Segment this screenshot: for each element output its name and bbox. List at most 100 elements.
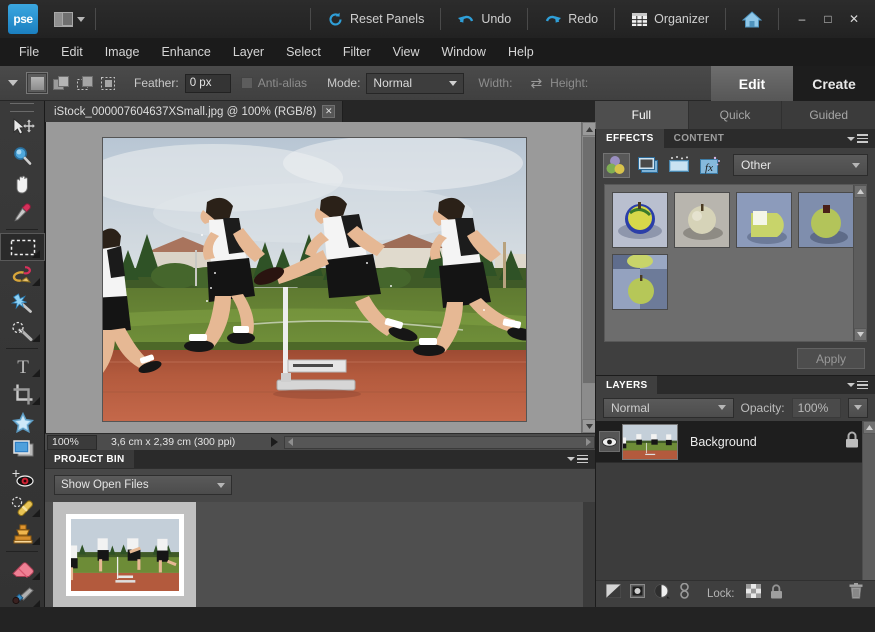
menu-select[interactable]: Select (275, 38, 332, 66)
effects-panel-menu-button[interactable] (847, 134, 868, 143)
status-scroll-track[interactable] (284, 435, 595, 449)
reset-panels-button[interactable]: Reset Panels (321, 0, 430, 38)
swap-dimensions-icon[interactable]: ⇄ (530, 75, 542, 92)
lock-transparent-pixels-button[interactable] (745, 584, 761, 603)
scroll-left-icon[interactable] (288, 438, 293, 446)
menu-window[interactable]: Window (431, 38, 497, 66)
add-layer-mask-button[interactable] (630, 584, 645, 603)
new-layer-button[interactable] (606, 584, 621, 603)
hand-tool[interactable] (0, 170, 45, 198)
layer-visibility-toggle[interactable] (598, 431, 620, 452)
menu-edit[interactable]: Edit (50, 38, 94, 66)
zoom-level-input[interactable]: 100% (47, 434, 97, 450)
scroll-down-button[interactable] (582, 419, 596, 433)
menu-view[interactable]: View (382, 38, 431, 66)
close-button[interactable]: ✕ (841, 0, 867, 38)
project-bin-menu-button[interactable] (567, 454, 588, 464)
scroll-up-button[interactable] (863, 421, 875, 434)
mode-select[interactable]: Normal (366, 72, 465, 94)
tool-options-expand-icon[interactable] (8, 80, 18, 86)
effect-thumbnail[interactable] (612, 192, 668, 248)
menu-help[interactable]: Help (497, 38, 545, 66)
photo-effects-button[interactable] (665, 153, 692, 178)
eraser-tool[interactable] (0, 555, 45, 583)
layers-scrollbar[interactable] (862, 421, 875, 580)
scroll-down-button[interactable] (854, 328, 867, 341)
tab-content[interactable]: CONTENT (664, 129, 734, 148)
effect-thumbnail[interactable] (736, 192, 792, 248)
menu-image[interactable]: Image (94, 38, 151, 66)
crop-tool[interactable] (0, 380, 45, 408)
effects-category-select[interactable]: Other (733, 154, 868, 176)
layer-thumbnail[interactable] (621, 423, 678, 460)
scroll-thumb[interactable] (582, 136, 596, 384)
document-tab[interactable]: iStock_000007604637XSmall.jpg @ 100% (RG… (45, 101, 344, 122)
filters-button[interactable] (603, 152, 630, 178)
magic-wand-tool[interactable] (0, 289, 45, 317)
layout-switcher-button[interactable] (54, 11, 85, 27)
healing-brush-tool[interactable] (0, 492, 45, 520)
tab-quick[interactable]: Quick (689, 101, 783, 129)
rectangular-marquee-tool[interactable] (0, 233, 45, 261)
menu-file[interactable]: File (8, 38, 50, 66)
red-eye-removal-tool[interactable] (0, 464, 45, 492)
apply-button[interactable]: Apply (797, 348, 865, 369)
home-button[interactable] (736, 0, 768, 38)
delete-layer-button[interactable] (849, 583, 863, 604)
project-bin-tab[interactable]: PROJECT BIN (45, 450, 134, 468)
undo-button[interactable]: Undo (451, 0, 517, 38)
move-tool[interactable] (0, 114, 45, 142)
zoom-tool[interactable] (0, 142, 45, 170)
menu-enhance[interactable]: Enhance (150, 38, 221, 66)
tab-full[interactable]: Full (595, 101, 689, 129)
project-bin-filter-select[interactable]: Show Open Files (54, 475, 232, 495)
minimize-button[interactable]: – (789, 0, 815, 38)
canvas-area[interactable] (45, 122, 596, 433)
new-selection-button[interactable] (26, 72, 48, 94)
redo-button[interactable]: Redo (538, 0, 604, 38)
opacity-input[interactable]: 100% (791, 397, 841, 418)
subtract-from-selection-button[interactable] (74, 72, 96, 94)
tab-edit[interactable]: Edit (711, 66, 793, 101)
project-bin-scrollbar[interactable] (583, 502, 595, 608)
toolbox-drag-handle[interactable] (10, 103, 34, 112)
layer-styles-button[interactable] (634, 153, 661, 178)
lasso-tool[interactable] (0, 261, 45, 289)
type-tool[interactable]: T (0, 352, 45, 380)
clone-stamp-tool[interactable] (0, 520, 45, 548)
maximize-button[interactable]: □ (815, 0, 841, 38)
menu-layer[interactable]: Layer (222, 38, 275, 66)
menu-filter[interactable]: Filter (332, 38, 382, 66)
anti-alias-checkbox[interactable] (240, 77, 253, 89)
organizer-button[interactable]: Organizer (625, 0, 715, 38)
lock-all-button[interactable] (770, 583, 783, 604)
document-image[interactable] (74, 135, 535, 422)
straighten-tool[interactable] (0, 436, 45, 464)
eyedropper-tool[interactable] (0, 198, 45, 226)
tab-layers[interactable]: LAYERS (596, 375, 658, 395)
fx-effects-button[interactable]: fx (696, 153, 723, 178)
effects-scrollbar[interactable] (853, 185, 867, 341)
close-icon[interactable]: ✕ (322, 105, 336, 118)
project-bin-item[interactable] (53, 502, 196, 608)
link-layers-button[interactable] (679, 582, 690, 604)
effect-thumbnail[interactable] (612, 254, 668, 310)
tab-guided[interactable]: Guided (782, 101, 875, 129)
feather-input[interactable]: 0 px (184, 73, 231, 93)
scroll-up-button[interactable] (582, 122, 596, 136)
adjustment-layer-button[interactable] (654, 583, 670, 604)
blend-mode-select[interactable]: Normal (603, 397, 734, 418)
table-row[interactable]: Background (596, 421, 875, 463)
tab-effects[interactable]: EFFECTS (596, 129, 664, 148)
scroll-right-icon[interactable] (586, 438, 591, 446)
add-to-selection-button[interactable] (50, 72, 72, 94)
opacity-slider-button[interactable] (847, 397, 868, 418)
scroll-up-button[interactable] (854, 185, 867, 198)
quick-selection-tool[interactable] (0, 317, 45, 345)
canvas-vertical-scrollbar[interactable] (581, 122, 596, 433)
cookie-cutter-tool[interactable] (0, 408, 45, 436)
layers-panel-menu-button[interactable] (847, 380, 868, 390)
effect-thumbnail[interactable] (674, 192, 730, 248)
status-expand-icon[interactable] (271, 437, 278, 447)
intersect-selection-button[interactable] (98, 72, 120, 94)
